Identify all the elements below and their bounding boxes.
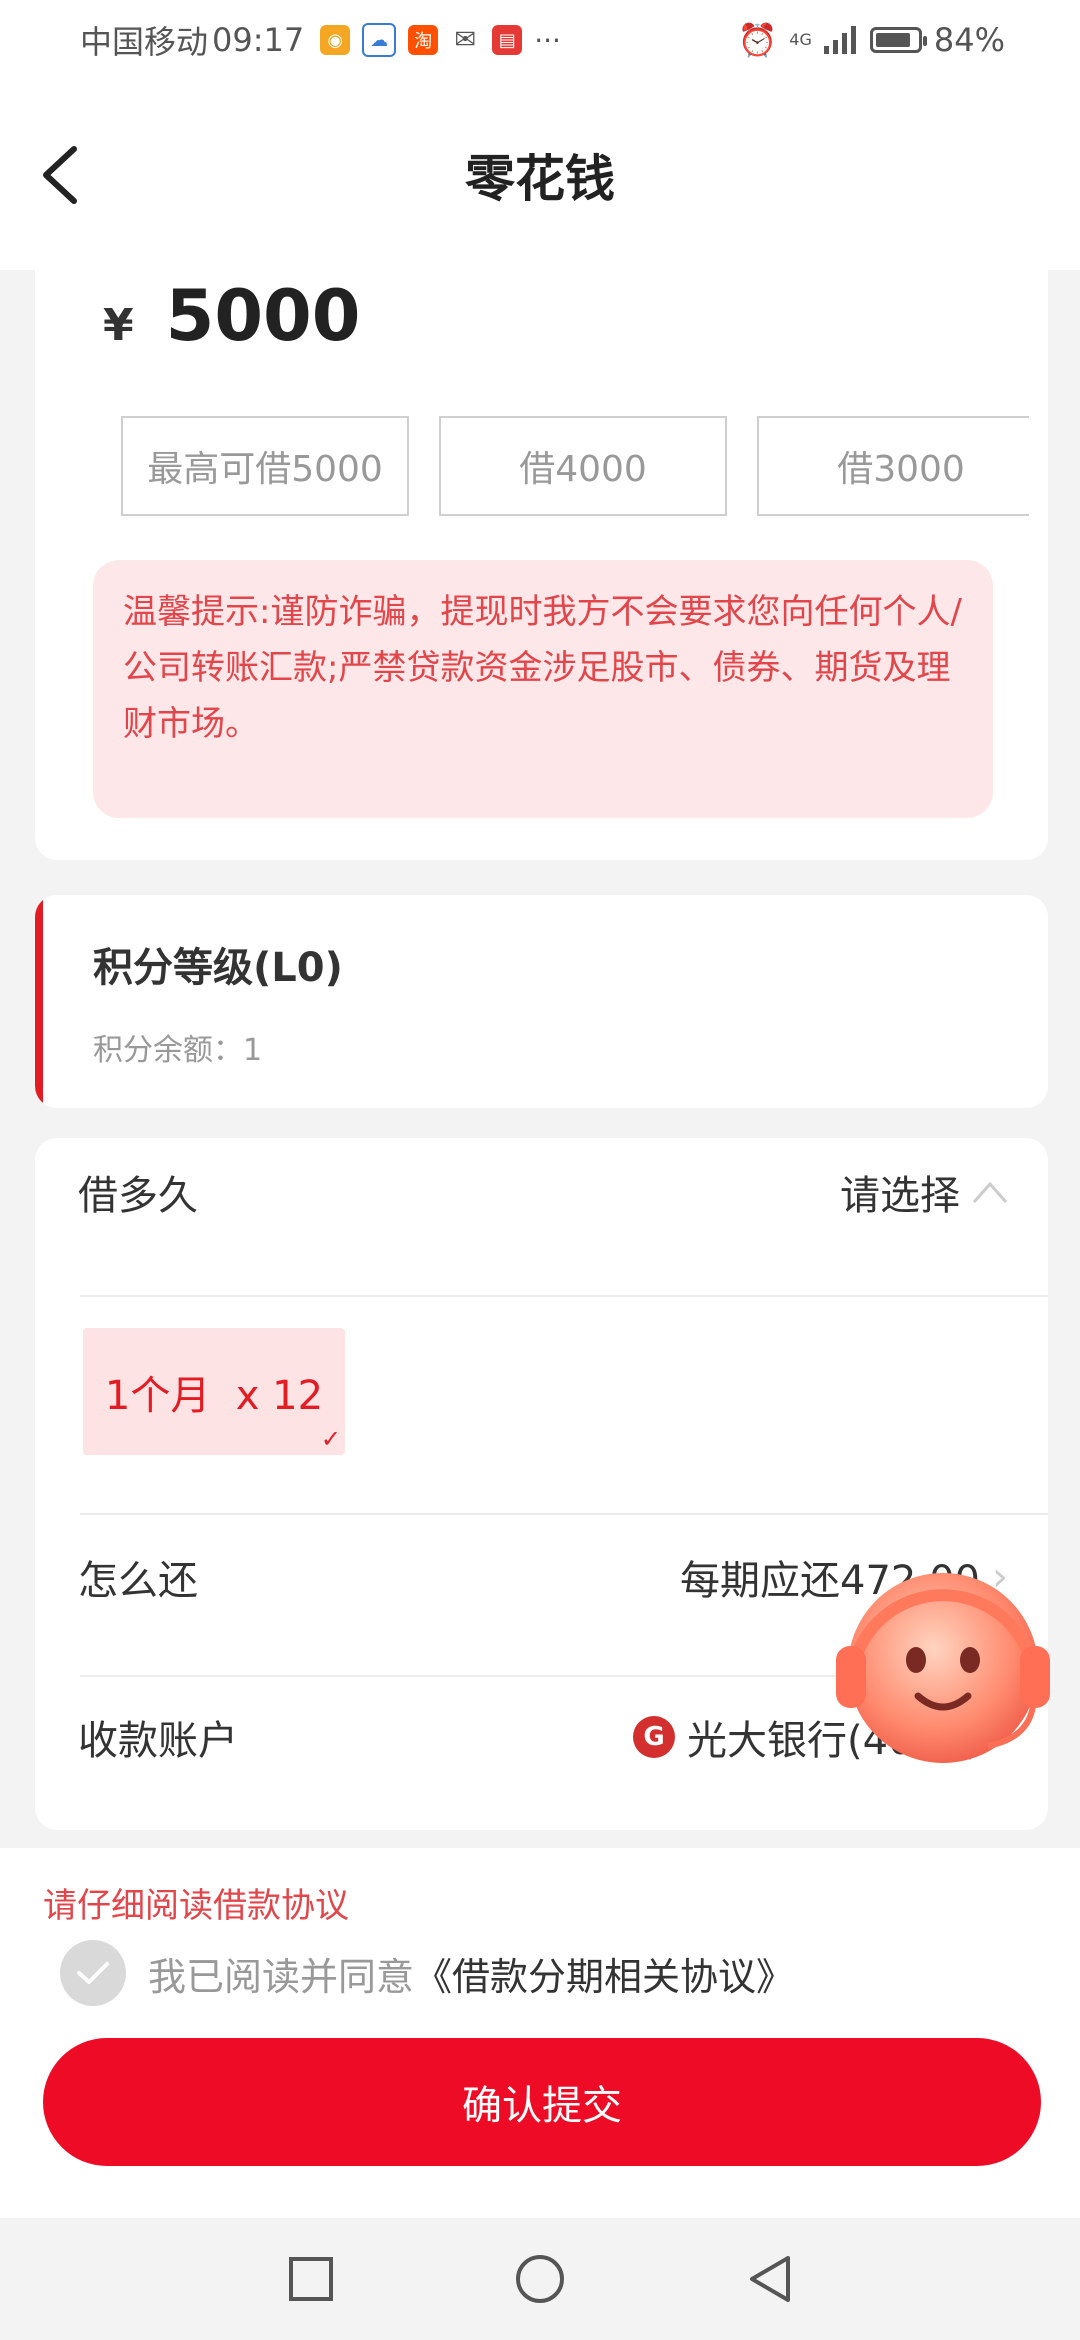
term-option-label: 1个月 x 12 <box>104 1372 324 1419</box>
bottom-panel: 请仔细阅读借款协议 我已阅读并同意 《借款分期相关协议》 确认提交 <box>0 1848 1080 2218</box>
repay-label: 怎么还 <box>78 1558 198 1604</box>
wechat-icon: ✉ <box>450 25 481 55</box>
recents-square-icon[interactable] <box>288 2256 334 2302</box>
check-icon <box>77 1962 109 1984</box>
page-title: 零花钱 <box>465 150 615 208</box>
divider <box>80 1295 1048 1297</box>
back-button[interactable] <box>30 140 90 210</box>
duration-select[interactable]: 请选择 <box>840 1163 1008 1221</box>
fraud-warning-tip: 温馨提示:谨防诈骗，提现时我方不会要求您向任何个人/公司转账汇款;严禁贷款资金涉… <box>93 560 993 818</box>
agreement-warning: 请仔细阅读借款协议 <box>43 1886 349 1926</box>
status-bar: 中国移动 09:17 ◉ ☁ 淘 ✉ ▤ ··· ⏰ 4G 84% <box>0 0 1080 80</box>
carrier-label: 中国移动 <box>80 23 209 61</box>
currency-symbol: ¥ <box>103 300 134 351</box>
check-icon: ✓ <box>320 1425 341 1453</box>
signal-icon <box>823 26 856 54</box>
duration-value: 请选择 <box>840 1173 960 1219</box>
weibo-icon: ◉ <box>320 25 351 55</box>
points-balance: 积分余额：1 <box>93 1033 263 1068</box>
duration-label: 借多久 <box>78 1173 198 1219</box>
nav-bar: 零花钱 <box>0 80 1080 270</box>
bank-logo-icon: G <box>632 1716 675 1758</box>
chevron-up-icon <box>972 1181 1008 1203</box>
alarm-icon: ⏰ <box>737 21 778 59</box>
more-icon: ··· <box>534 23 561 57</box>
amount-options: 最高可借5000 借4000 借3000 <box>121 416 1029 518</box>
agree-text: 我已阅读并同意 <box>148 1954 415 1999</box>
agree-checkbox[interactable] <box>60 1940 126 2006</box>
amount-card: ¥ 5000 最高可借5000 借4000 借3000 温馨提示:谨防诈骗，提现… <box>35 260 1048 860</box>
book-icon: ▤ <box>492 25 523 55</box>
amount-option-max[interactable]: 最高可借5000 <box>121 416 409 516</box>
amount-option-4000[interactable]: 借4000 <box>439 416 727 516</box>
agreement-link[interactable]: 《借款分期相关协议》 <box>414 1946 794 2001</box>
home-circle-icon[interactable] <box>514 2253 566 2305</box>
back-triangle-icon[interactable] <box>746 2254 792 2304</box>
duration-row[interactable]: 借多久 请选择 <box>78 1138 1048 1246</box>
clock: 09:17 <box>212 21 305 59</box>
points-level: 积分等级(L0) <box>93 945 343 991</box>
term-option-1-month[interactable]: 1个月 x 12 ✓ <box>83 1328 345 1455</box>
system-nav-bar <box>0 2218 1080 2340</box>
agreement-row: 我已阅读并同意 《借款分期相关协议》 <box>60 1940 794 2006</box>
amount-row: ¥ 5000 <box>103 275 360 357</box>
account-label: 收款账户 <box>78 1718 238 1764</box>
submit-button[interactable]: 确认提交 <box>43 2038 1041 2166</box>
amount-input[interactable]: 5000 <box>166 275 361 357</box>
status-right: ⏰ 4G 84% <box>737 21 1005 59</box>
cloud-icon: ☁ <box>362 23 397 57</box>
network-type: 4G <box>789 30 812 49</box>
battery-percent: 84% <box>933 21 1005 59</box>
back-arrow-icon <box>43 146 77 204</box>
taobao-icon: 淘 <box>408 25 439 55</box>
amount-option-3000[interactable]: 借3000 <box>757 416 1029 516</box>
divider <box>80 1513 1048 1515</box>
customer-service-avatar-icon[interactable] <box>818 1548 1072 1778</box>
points-accent-bar <box>35 895 43 1108</box>
battery-icon <box>869 27 927 53</box>
status-left: 中国移动 09:17 ◉ ☁ 淘 ✉ ▤ ··· <box>80 17 561 63</box>
points-card: 积分等级(L0) 积分余额：1 <box>35 895 1048 1108</box>
